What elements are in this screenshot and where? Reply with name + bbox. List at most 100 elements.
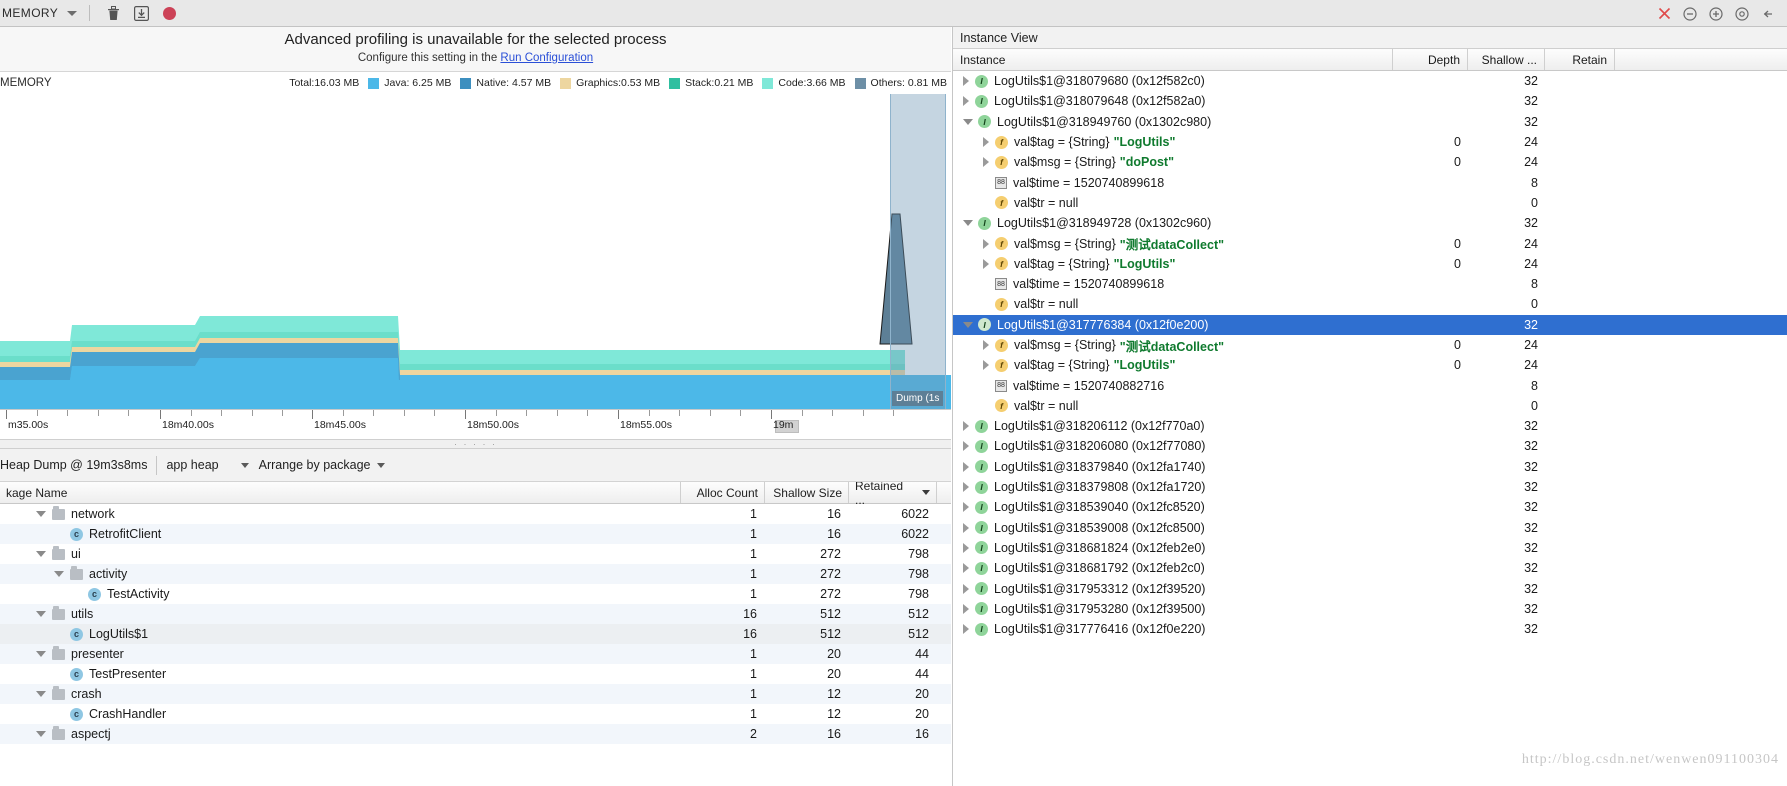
heap-select[interactable]: app heap [166,458,249,472]
chevron-down-icon[interactable] [67,10,78,16]
chevron-down-icon[interactable] [963,220,973,227]
hide-icon[interactable] [1755,0,1781,27]
table-row[interactable]: crash 1 12 20 [0,684,951,704]
chevron-right-icon[interactable] [963,542,969,553]
chevron-right-icon[interactable] [983,340,989,350]
column-header-depth[interactable]: Depth [1393,49,1468,70]
chevron-down-icon[interactable] [54,571,64,577]
instance-row[interactable]: I LogUtils$1@318539040 (0x12fc8520) 32 [953,497,1787,517]
instance-row[interactable]: I LogUtils$1@318079648 (0x12f582a0) 32 [953,91,1787,111]
table-row[interactable]: c RetrofitClient 1 16 6022 [0,524,951,544]
column-header-package-name[interactable]: kage Name [0,482,681,503]
table-row[interactable]: c CrashHandler 1 12 20 [0,704,951,724]
column-header-retained[interactable]: Retain [1545,49,1615,70]
chevron-right-icon[interactable] [963,441,969,452]
time-axis[interactable]: m35.00s 18m40.00s 18m45.00s 18m50.00s 18m55.… [0,409,951,439]
instance-row[interactable]: f val$tag = {String} "LogUtils" 0 24 [953,254,1787,274]
instance-row[interactable]: I LogUtils$1@317953280 (0x12f39500) 32 [953,599,1787,619]
table-row[interactable]: network 1 16 6022 [0,504,951,524]
heap-class-table[interactable]: kage Name Alloc Count Shallow Size Retai… [0,482,951,786]
chevron-right-icon[interactable] [963,96,969,107]
chevron-down-icon[interactable] [36,511,46,517]
chevron-right-icon[interactable] [963,421,969,432]
table-row[interactable]: c TestActivity 1 272 798 [0,584,951,604]
cell-depth [1393,578,1468,598]
chevron-down-icon[interactable] [36,551,46,557]
chevron-right-icon[interactable] [963,563,969,574]
axis-tick-minor [679,410,681,416]
instance-row[interactable]: f val$msg = {String} "doPost" 0 24 [953,152,1787,172]
instance-row[interactable]: I LogUtils$1@317776384 (0x12f0e200) 32 [953,314,1787,335]
chevron-right-icon[interactable] [983,238,989,249]
instance-row[interactable]: I LogUtils$1@318539008 (0x12fc8500) 32 [953,518,1787,538]
trash-icon[interactable] [102,2,124,24]
chevron-down-icon[interactable] [963,118,973,125]
instance-row[interactable]: f val$tr = null 0 [953,294,1787,314]
chevron-right-icon[interactable] [963,461,969,472]
chevron-right-icon[interactable] [963,502,969,513]
gear-icon[interactable] [1729,0,1755,27]
export-heap-dump-icon[interactable] [130,2,152,24]
instance-row[interactable]: f val$tag = {String} "LogUtils" 0 24 [953,355,1787,375]
chevron-down-icon[interactable] [36,651,46,657]
cell-instance: I LogUtils$1@318379840 (0x12fa1740) [953,457,1393,477]
record-allocations-icon[interactable] [158,2,180,24]
close-icon[interactable] [1651,0,1677,27]
chevron-down-icon[interactable] [36,731,46,737]
package-label: LogUtils$1 [89,627,149,641]
instance-row[interactable]: f val$msg = {String} "测试dataCollect" 0 24 [953,233,1787,253]
column-header-alloc-count[interactable]: Alloc Count [681,482,765,503]
instance-label: LogUtils$1@317776416 (0x12f0e220) [994,622,1206,637]
arrange-select[interactable]: Arrange by package [251,458,385,472]
instance-row[interactable]: I LogUtils$1@318681792 (0x12feb2c0) 32 [953,558,1787,578]
instance-row[interactable]: I LogUtils$1@317953312 (0x12f39520) 32 [953,578,1787,598]
chevron-right-icon[interactable] [963,482,969,493]
chevron-down-icon[interactable] [36,611,46,617]
chevron-right-icon[interactable] [983,157,989,168]
chevron-down-icon[interactable] [963,321,973,328]
instance-row[interactable]: I LogUtils$1@318949728 (0x1302c960) 32 [953,213,1787,233]
chevron-right-icon[interactable] [963,624,969,635]
chevron-right-icon[interactable] [983,258,989,269]
chevron-right-icon[interactable] [963,603,969,614]
table-row[interactable]: presenter 1 20 44 [0,644,951,664]
chevron-right-icon[interactable] [983,137,989,148]
minimize-icon[interactable] [1677,0,1703,27]
table-row[interactable]: ui 1 272 798 [0,544,951,564]
table-row[interactable]: utils 16 512 512 [0,604,951,624]
table-row[interactable]: aspectj 2 16 16 [0,724,951,744]
instance-row[interactable]: I LogUtils$1@318079680 (0x12f582c0) 32 [953,71,1787,91]
run-configuration-link[interactable]: Run Configuration [500,52,593,64]
maximize-icon[interactable] [1703,0,1729,27]
chevron-right-icon[interactable] [983,360,989,371]
chevron-right-icon[interactable] [963,522,969,533]
instance-row[interactable]: f val$tag = {String} "LogUtils" 0 24 [953,132,1787,152]
column-header-retained-size[interactable]: Retained ... [849,482,937,507]
table-row[interactable]: activity 1 272 798 [0,564,951,584]
table-row[interactable]: c LogUtils$1 16 512 512 [0,624,951,644]
panel-splitter[interactable]: · · · · · [0,439,951,449]
instance-row[interactable]: I LogUtils$1@318206080 (0x12f77080) 32 [953,436,1787,456]
instance-row[interactable]: I LogUtils$1@317776416 (0x12f0e220) 32 [953,619,1787,639]
memory-area-chart[interactable]: Dump (1s [0,94,951,409]
instance-row[interactable]: f val$tr = null 0 [953,396,1787,416]
instance-row[interactable]: f val$msg = {String} "测试dataCollect" 0 24 [953,335,1787,355]
instance-row[interactable]: I LogUtils$1@318681824 (0x12feb2e0) 32 [953,538,1787,558]
instance-row[interactable]: I LogUtils$1@318379840 (0x12fa1740) 32 [953,457,1787,477]
instance-row[interactable]: 88 val$time = 1520740899618 8 [953,172,1787,192]
column-header-instance[interactable]: Instance [953,49,1393,70]
instance-row[interactable]: f val$tr = null 0 [953,193,1787,213]
column-header-shallow-size[interactable]: Shallow Size [765,482,849,503]
cell-alloc-count: 1 [750,527,757,541]
chevron-right-icon[interactable] [963,583,969,594]
heap-dump-range-marker[interactable] [890,94,946,409]
instance-row[interactable]: I LogUtils$1@318949760 (0x1302c980) 32 [953,112,1787,132]
instance-row[interactable]: I LogUtils$1@318379808 (0x12fa1720) 32 [953,477,1787,497]
instance-row[interactable]: I LogUtils$1@318206112 (0x12f770a0) 32 [953,416,1787,436]
instance-row[interactable]: 88 val$time = 1520740882716 8 [953,375,1787,395]
column-header-shallow[interactable]: Shallow ... [1468,49,1545,70]
chevron-down-icon[interactable] [36,691,46,697]
instance-row[interactable]: 88 val$time = 1520740899618 8 [953,274,1787,294]
table-row[interactable]: c TestPresenter 1 20 44 [0,664,951,684]
chevron-right-icon[interactable] [963,76,969,87]
